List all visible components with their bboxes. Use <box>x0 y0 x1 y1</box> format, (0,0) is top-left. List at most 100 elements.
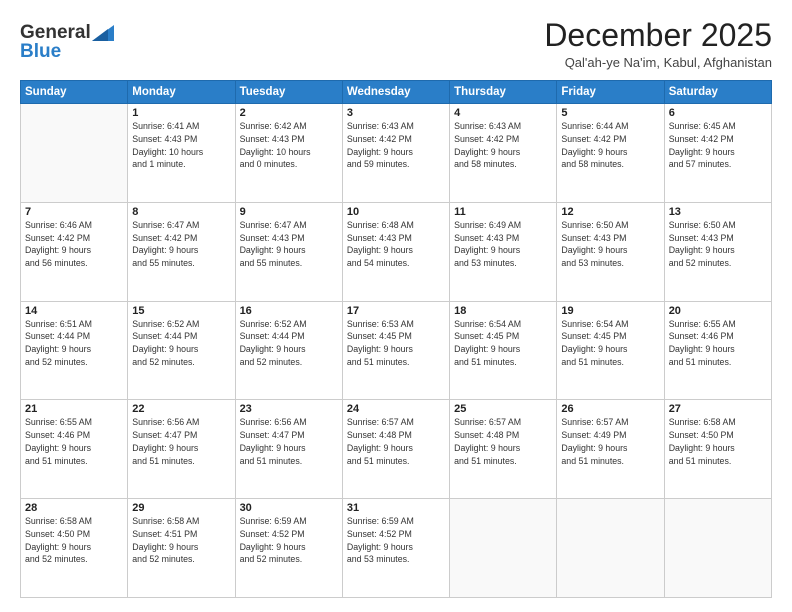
calendar-week-4: 28Sunrise: 6:58 AMSunset: 4:50 PMDayligh… <box>21 499 772 598</box>
day-number: 28 <box>25 502 123 514</box>
day-info: Sunrise: 6:43 AMSunset: 4:42 PMDaylight:… <box>347 120 445 171</box>
day-number: 21 <box>25 403 123 415</box>
day-number: 2 <box>240 107 338 119</box>
calendar-cell: 18Sunrise: 6:54 AMSunset: 4:45 PMDayligh… <box>450 301 557 400</box>
day-number: 10 <box>347 206 445 218</box>
day-number: 29 <box>132 502 230 514</box>
day-info: Sunrise: 6:58 AMSunset: 4:50 PMDaylight:… <box>669 416 767 467</box>
day-info: Sunrise: 6:50 AMSunset: 4:43 PMDaylight:… <box>669 219 767 270</box>
calendar-cell: 11Sunrise: 6:49 AMSunset: 4:43 PMDayligh… <box>450 202 557 301</box>
day-number: 23 <box>240 403 338 415</box>
day-info: Sunrise: 6:49 AMSunset: 4:43 PMDaylight:… <box>454 219 552 270</box>
day-number: 5 <box>561 107 659 119</box>
calendar-week-2: 14Sunrise: 6:51 AMSunset: 4:44 PMDayligh… <box>21 301 772 400</box>
day-info: Sunrise: 6:54 AMSunset: 4:45 PMDaylight:… <box>561 318 659 369</box>
calendar-cell: 9Sunrise: 6:47 AMSunset: 4:43 PMDaylight… <box>235 202 342 301</box>
day-info: Sunrise: 6:57 AMSunset: 4:48 PMDaylight:… <box>347 416 445 467</box>
calendar-cell: 19Sunrise: 6:54 AMSunset: 4:45 PMDayligh… <box>557 301 664 400</box>
day-number: 19 <box>561 305 659 317</box>
calendar-cell: 13Sunrise: 6:50 AMSunset: 4:43 PMDayligh… <box>664 202 771 301</box>
day-number: 25 <box>454 403 552 415</box>
day-number: 27 <box>669 403 767 415</box>
day-number: 24 <box>347 403 445 415</box>
day-number: 8 <box>132 206 230 218</box>
calendar-cell: 17Sunrise: 6:53 AMSunset: 4:45 PMDayligh… <box>342 301 449 400</box>
day-info: Sunrise: 6:52 AMSunset: 4:44 PMDaylight:… <box>240 318 338 369</box>
calendar-cell: 24Sunrise: 6:57 AMSunset: 4:48 PMDayligh… <box>342 400 449 499</box>
day-info: Sunrise: 6:56 AMSunset: 4:47 PMDaylight:… <box>240 416 338 467</box>
calendar-week-3: 21Sunrise: 6:55 AMSunset: 4:46 PMDayligh… <box>21 400 772 499</box>
day-info: Sunrise: 6:56 AMSunset: 4:47 PMDaylight:… <box>132 416 230 467</box>
calendar-header-row: SundayMondayTuesdayWednesdayThursdayFrid… <box>21 81 772 104</box>
col-header-monday: Monday <box>128 81 235 104</box>
calendar-cell <box>557 499 664 598</box>
day-info: Sunrise: 6:44 AMSunset: 4:42 PMDaylight:… <box>561 120 659 171</box>
day-info: Sunrise: 6:46 AMSunset: 4:42 PMDaylight:… <box>25 219 123 270</box>
logo-blue: Blue <box>20 41 61 63</box>
day-number: 7 <box>25 206 123 218</box>
calendar-cell: 16Sunrise: 6:52 AMSunset: 4:44 PMDayligh… <box>235 301 342 400</box>
day-number: 26 <box>561 403 659 415</box>
calendar-cell: 8Sunrise: 6:47 AMSunset: 4:42 PMDaylight… <box>128 202 235 301</box>
calendar-cell <box>21 104 128 203</box>
day-info: Sunrise: 6:41 AMSunset: 4:43 PMDaylight:… <box>132 120 230 171</box>
calendar-week-0: 1Sunrise: 6:41 AMSunset: 4:43 PMDaylight… <box>21 104 772 203</box>
day-info: Sunrise: 6:55 AMSunset: 4:46 PMDaylight:… <box>669 318 767 369</box>
day-number: 12 <box>561 206 659 218</box>
day-number: 20 <box>669 305 767 317</box>
day-number: 4 <box>454 107 552 119</box>
calendar-cell: 15Sunrise: 6:52 AMSunset: 4:44 PMDayligh… <box>128 301 235 400</box>
day-info: Sunrise: 6:50 AMSunset: 4:43 PMDaylight:… <box>561 219 659 270</box>
day-number: 30 <box>240 502 338 514</box>
day-number: 3 <box>347 107 445 119</box>
day-info: Sunrise: 6:59 AMSunset: 4:52 PMDaylight:… <box>347 515 445 566</box>
day-info: Sunrise: 6:52 AMSunset: 4:44 PMDaylight:… <box>132 318 230 369</box>
location: Qal'ah-ye Na'im, Kabul, Afghanistan <box>544 55 772 70</box>
day-number: 1 <box>132 107 230 119</box>
day-number: 16 <box>240 305 338 317</box>
calendar-cell: 26Sunrise: 6:57 AMSunset: 4:49 PMDayligh… <box>557 400 664 499</box>
day-info: Sunrise: 6:53 AMSunset: 4:45 PMDaylight:… <box>347 318 445 369</box>
calendar-cell: 23Sunrise: 6:56 AMSunset: 4:47 PMDayligh… <box>235 400 342 499</box>
day-number: 22 <box>132 403 230 415</box>
day-info: Sunrise: 6:57 AMSunset: 4:48 PMDaylight:… <box>454 416 552 467</box>
calendar-cell: 4Sunrise: 6:43 AMSunset: 4:42 PMDaylight… <box>450 104 557 203</box>
day-number: 31 <box>347 502 445 514</box>
day-info: Sunrise: 6:47 AMSunset: 4:42 PMDaylight:… <box>132 219 230 270</box>
day-info: Sunrise: 6:58 AMSunset: 4:50 PMDaylight:… <box>25 515 123 566</box>
day-info: Sunrise: 6:43 AMSunset: 4:42 PMDaylight:… <box>454 120 552 171</box>
month-title: December 2025 <box>544 18 772 53</box>
logo-icon <box>92 25 114 41</box>
title-block: December 2025 Qal'ah-ye Na'im, Kabul, Af… <box>544 18 772 70</box>
calendar-cell <box>450 499 557 598</box>
calendar-cell: 31Sunrise: 6:59 AMSunset: 4:52 PMDayligh… <box>342 499 449 598</box>
calendar-cell: 1Sunrise: 6:41 AMSunset: 4:43 PMDaylight… <box>128 104 235 203</box>
day-number: 17 <box>347 305 445 317</box>
day-number: 13 <box>669 206 767 218</box>
calendar-cell <box>664 499 771 598</box>
calendar-table: SundayMondayTuesdayWednesdayThursdayFrid… <box>20 80 772 598</box>
calendar-cell: 25Sunrise: 6:57 AMSunset: 4:48 PMDayligh… <box>450 400 557 499</box>
col-header-tuesday: Tuesday <box>235 81 342 104</box>
day-number: 9 <box>240 206 338 218</box>
day-info: Sunrise: 6:57 AMSunset: 4:49 PMDaylight:… <box>561 416 659 467</box>
day-info: Sunrise: 6:48 AMSunset: 4:43 PMDaylight:… <box>347 219 445 270</box>
calendar-cell: 10Sunrise: 6:48 AMSunset: 4:43 PMDayligh… <box>342 202 449 301</box>
col-header-thursday: Thursday <box>450 81 557 104</box>
day-info: Sunrise: 6:47 AMSunset: 4:43 PMDaylight:… <box>240 219 338 270</box>
day-info: Sunrise: 6:51 AMSunset: 4:44 PMDaylight:… <box>25 318 123 369</box>
calendar-cell: 29Sunrise: 6:58 AMSunset: 4:51 PMDayligh… <box>128 499 235 598</box>
calendar-week-1: 7Sunrise: 6:46 AMSunset: 4:42 PMDaylight… <box>21 202 772 301</box>
col-header-saturday: Saturday <box>664 81 771 104</box>
day-info: Sunrise: 6:58 AMSunset: 4:51 PMDaylight:… <box>132 515 230 566</box>
day-number: 14 <box>25 305 123 317</box>
calendar-cell: 22Sunrise: 6:56 AMSunset: 4:47 PMDayligh… <box>128 400 235 499</box>
day-info: Sunrise: 6:59 AMSunset: 4:52 PMDaylight:… <box>240 515 338 566</box>
calendar-cell: 30Sunrise: 6:59 AMSunset: 4:52 PMDayligh… <box>235 499 342 598</box>
calendar-cell: 5Sunrise: 6:44 AMSunset: 4:42 PMDaylight… <box>557 104 664 203</box>
day-number: 15 <box>132 305 230 317</box>
calendar-cell: 3Sunrise: 6:43 AMSunset: 4:42 PMDaylight… <box>342 104 449 203</box>
day-number: 18 <box>454 305 552 317</box>
logo: General Blue <box>20 22 114 63</box>
calendar-cell: 21Sunrise: 6:55 AMSunset: 4:46 PMDayligh… <box>21 400 128 499</box>
